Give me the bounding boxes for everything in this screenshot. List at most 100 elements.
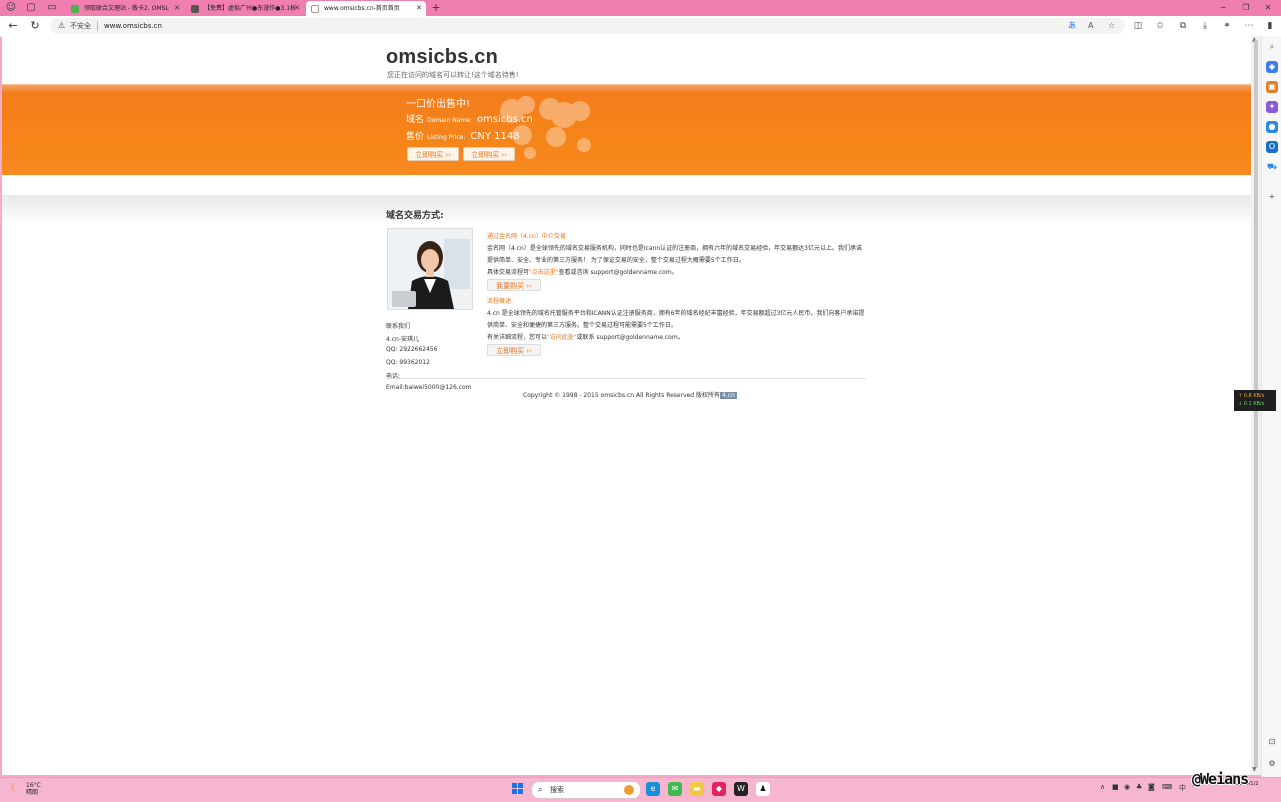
games-icon[interactable]: ✦: [1266, 101, 1278, 113]
sale-banner: 一口价出售中! 域名 Domain Name: omsicbs.cn 售价 Listi…: [2, 84, 1251, 175]
buy-now-button-2[interactable]: 立即购买 ››: [463, 147, 515, 161]
close-tab-icon[interactable]: ✕: [416, 1, 422, 16]
tab-favicon-icon: [191, 5, 199, 13]
contact-heading: 联系我们: [386, 323, 411, 330]
close-tab-icon[interactable]: ✕: [174, 1, 180, 16]
new-tab-button[interactable]: +: [430, 1, 442, 15]
process-paragraph-line-2: 供简单、安全和便捷的第三方服务。整个交易过程可能需要5个工作日。: [487, 322, 677, 329]
text-segment: 具体交易流程可: [487, 269, 530, 276]
i-want-to-buy-button[interactable]: 我要购买 ››: [487, 279, 541, 291]
contact-name: 4.cn-安琪儿: [386, 336, 419, 343]
tray-app-icon[interactable]: ■: [1112, 783, 1119, 791]
tools-icon[interactable]: ▣: [1266, 81, 1278, 93]
buy-now-button-1[interactable]: 立即购买 ››: [407, 147, 459, 161]
dark-app-icon[interactable]: W: [734, 782, 748, 796]
edge-browser-icon[interactable]: e: [646, 782, 660, 796]
taskbar-search[interactable]: ⌕ 搜索: [531, 781, 641, 799]
file-explorer-icon[interactable]: ▬: [690, 782, 704, 796]
gray-separator: [2, 195, 1251, 225]
close-window-button[interactable]: ✕: [1258, 1, 1278, 15]
footer-divider: [386, 378, 866, 379]
section-title: 域名交易方式:: [386, 211, 444, 221]
network-speed-widget: ↑ 0.8 KB/s ↓ 0.1 KB/s: [1234, 390, 1276, 411]
page-subtitle: 您正在访问的域名可以转让!这个域名待售!: [387, 71, 519, 79]
process-paragraph-line-3: 有关详细流程，您可以"访问此处"或联系 support@goldenname.c…: [487, 332, 684, 341]
domain-name-row: 域名 Domain Name: omsicbs.cn: [406, 112, 533, 125]
address-bar[interactable]: ⚠ 不安全 www.omsicbs.cn あ A ☆: [50, 18, 1125, 34]
workspaces-icon[interactable]: ▢: [25, 2, 37, 14]
read-aloud-icon[interactable]: A: [1088, 18, 1093, 34]
insecure-label[interactable]: 不安全: [70, 18, 91, 34]
visit-here-link[interactable]: "访问此处": [547, 334, 577, 341]
agent-portrait-icon: [388, 229, 472, 309]
ime-indicator[interactable]: 中: [1179, 783, 1186, 793]
web-page: omsicbs.cn 您正在访问的域名可以转让!这个域名待售! 一口价出售中! …: [2, 36, 1251, 775]
escrow-paragraph-line-1: 金名网（4.cn）是全球领先的域名交易服务机构，同时也是Icann认证的注册商，…: [487, 245, 862, 252]
copyright-text: Copyright © 1998 - 2015 omsicbs.cn All R…: [523, 392, 721, 399]
tab-1[interactable]: 领取联合文理站 - 敬卡2, OMSL ✕: [66, 1, 184, 16]
shopping-icon[interactable]: ⛟: [1266, 161, 1278, 173]
domain-value: omsicbs.cn: [476, 114, 533, 125]
tray-app-icon[interactable]: ♣: [1136, 783, 1142, 791]
translate-icon[interactable]: あ: [1068, 18, 1076, 34]
red-app-icon[interactable]: ◆: [712, 782, 726, 796]
divider: [97, 21, 98, 31]
weather-temp: 16°C: [26, 782, 41, 789]
outlook-icon[interactable]: O: [1266, 141, 1278, 153]
minimize-button[interactable]: ─: [1213, 1, 1233, 15]
windows-taskbar: ☾ 16°C 晴朗 ⌕ 搜索 e ✉ ▬ ◆ W ♟ ∧ ■ ◉ ♣ ◙ ⌨ 中…: [0, 777, 1281, 802]
favorites-icon[interactable]: ✩: [1153, 19, 1167, 33]
qq-icon[interactable]: ♟: [756, 782, 770, 796]
domain-label-en: Domain Name:: [427, 117, 472, 124]
weather-moon-icon[interactable]: ☾: [10, 783, 19, 794]
back-arrow-icon[interactable]: ←: [6, 19, 20, 33]
weather-widget[interactable]: 16°C 晴朗: [26, 782, 41, 796]
banner-headline: 一口价出售中!: [406, 99, 471, 110]
tab-actions-icon[interactable]: ▭: [46, 2, 58, 14]
close-tab-icon[interactable]: ✕: [294, 1, 300, 16]
screenshot-icon[interactable]: ⊡: [1266, 736, 1278, 748]
settings-gear-icon[interactable]: ⚙: [1266, 758, 1278, 770]
tab-title: www.omsicbs.cn-首页首页: [324, 5, 400, 12]
extensions-icon[interactable]: ⚭: [1220, 19, 1234, 33]
tray-app-icon[interactable]: ◉: [1124, 783, 1130, 791]
start-button[interactable]: [512, 783, 524, 795]
tray-app-icon[interactable]: ◙: [1148, 783, 1155, 791]
watermark: @Weians: [1192, 770, 1249, 788]
domain-title: omsicbs.cn: [386, 46, 499, 68]
restore-button[interactable]: ❐: [1236, 1, 1256, 15]
search-icon[interactable]: ⌕: [1266, 41, 1278, 53]
price-label-en: Listing Price:: [427, 134, 466, 141]
domain-label-cn: 域名: [406, 115, 425, 125]
price-value: CNY 1148: [470, 131, 520, 142]
click-here-link[interactable]: "点击这里": [529, 269, 559, 276]
discover-icon[interactable]: ◆: [1266, 61, 1278, 73]
copyright-badge[interactable]: 4.cn: [720, 392, 737, 399]
tray-chevron-icon[interactable]: ∧: [1100, 783, 1105, 791]
tab-favicon-icon: [311, 5, 319, 13]
process-overview-title: 流程概述:: [487, 298, 514, 305]
collections-icon[interactable]: ⧉: [1176, 19, 1190, 33]
tab-2[interactable]: 【免费】虚拟广州●东漫作●3.1析 ✕: [186, 1, 304, 16]
favorite-star-icon[interactable]: ☆: [1108, 18, 1115, 34]
contact-qq-2: QQ: 99362012: [386, 359, 430, 366]
tab-title: 领取联合文理站 - 敬卡2, OMSL: [84, 5, 169, 12]
keyboard-icon[interactable]: ⌨: [1162, 783, 1172, 791]
text-segment: 有关详细流程，您可以: [487, 334, 548, 341]
scroll-down-icon[interactable]: ▼: [1252, 766, 1257, 773]
office-icon[interactable]: ●: [1266, 121, 1278, 133]
profile-avatar-icon[interactable]: ☺: [5, 2, 17, 14]
escrow-link-title[interactable]: 通过金名网（4.cn）中介交易: [487, 231, 566, 240]
text-segment: 查看或咨询 support@goldenname.com。: [558, 269, 678, 276]
downloads-icon[interactable]: ⤓: [1198, 19, 1212, 33]
split-screen-icon[interactable]: ◫: [1131, 19, 1145, 33]
add-icon[interactable]: +: [1266, 191, 1278, 203]
wechat-icon[interactable]: ✉: [668, 782, 682, 796]
buy-now-button-3[interactable]: 立即购买 ››: [487, 344, 541, 356]
refresh-icon[interactable]: ↻: [28, 19, 42, 33]
sidebar-toggle-icon[interactable]: ▮: [1263, 19, 1277, 33]
url-text[interactable]: www.omsicbs.cn: [104, 18, 162, 34]
tab-title: 【免费】虚拟广州●东漫作●3.1析: [204, 5, 297, 12]
more-menu-icon[interactable]: ⋯: [1242, 19, 1256, 33]
tab-3-active[interactable]: www.omsicbs.cn-首页首页 ✕: [306, 1, 426, 16]
